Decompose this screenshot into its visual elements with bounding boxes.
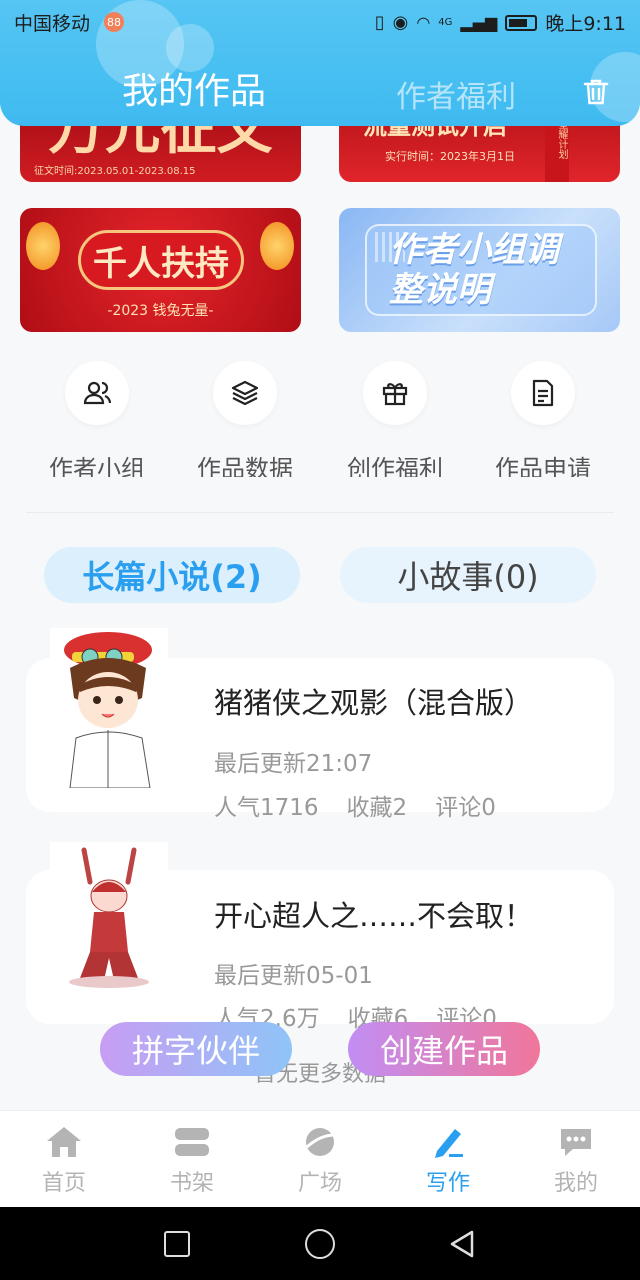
back-icon[interactable] (448, 1229, 476, 1259)
home-nav-icon[interactable] (305, 1229, 335, 1259)
work-comments: 评论0 (435, 795, 496, 821)
banner-group-title: 作者小组调 整说明 (389, 230, 559, 310)
tab-my-works[interactable]: 我的作品 (122, 62, 266, 114)
partner-button[interactable]: 拼字伙伴 (100, 1022, 292, 1076)
tab-short-stories[interactable]: 小故事(0) (340, 547, 596, 603)
banner-support-sub: -2023 钱兔无量- (107, 303, 214, 319)
gift-icon (363, 361, 427, 425)
tab-home[interactable]: 首页 (0, 1111, 128, 1208)
bookshelf-icon (175, 1128, 209, 1156)
banner-top-right-sub: 实行时间：2023年3月1日 (385, 150, 515, 163)
banner-top-left-sub: 征文时间:2023.05.01-2023.08.15 (34, 166, 196, 177)
work-updated: 最后更新05-01 (214, 963, 373, 989)
trash-icon[interactable] (580, 76, 612, 108)
lantern-right (260, 222, 294, 270)
tab-novels[interactable]: 长篇小说(2) (44, 547, 300, 603)
eye-icon: ◉ (392, 12, 409, 33)
planet-icon (305, 1128, 336, 1156)
shortcut-label: 作品数据 (197, 455, 293, 477)
tab-mine[interactable]: 我的 (512, 1111, 640, 1208)
work-cover[interactable] (50, 842, 168, 996)
status-bar: 中国移动 88 ▯ ◉ ◠ 4G ▂▄▆ 晚上9:11 (0, 0, 640, 44)
tab-square[interactable]: 广场 (256, 1111, 384, 1208)
shortcut-label: 作者小组 (49, 455, 145, 477)
network-label: 4G (438, 17, 453, 28)
lantern-left (26, 222, 60, 270)
tab-label: 书架 (169, 1171, 214, 1196)
carrier-badge: 88 (104, 12, 124, 32)
tab-author-benefits[interactable]: 作者福利 (396, 72, 516, 116)
users-icon (65, 361, 129, 425)
status-right: ▯ ◉ ◠ 4G ▂▄▆ 晚上9:11 (375, 9, 626, 36)
no-more-data: 暂无更多数据 (253, 1062, 386, 1087)
tab-label: 写作 (425, 1171, 470, 1196)
pen-icon (435, 1129, 463, 1158)
shortcut-label: 创作福利 (347, 455, 443, 477)
chat-bubble-icon (561, 1129, 591, 1156)
work-stats: 人气1716 收藏2 评论0 (214, 788, 496, 822)
document-icon (511, 361, 575, 425)
banner-support-title: 千人扶持 (78, 230, 244, 290)
work-cover[interactable] (50, 628, 168, 788)
work-updated: 最后更新21:07 (214, 751, 373, 777)
shortcut-author-group[interactable]: 作者小组 (22, 361, 172, 477)
bottom-tab-bar: 首页 书架 广场 写作 我的 (0, 1110, 640, 1207)
tab-write[interactable]: 写作 (384, 1111, 512, 1208)
carrier-label: 中国移动 (14, 13, 91, 35)
home-icon (47, 1127, 81, 1157)
wifi-icon: ◠ (416, 13, 431, 32)
app-header: 中国移动 88 ▯ ◉ ◠ 4G ▂▄▆ 晚上9:11 我的作品 作者福利 (0, 0, 640, 126)
work-title[interactable]: 开心超人之……不会取！ (214, 893, 533, 935)
shortcut-work-data[interactable]: 作品数据 (170, 361, 320, 477)
recents-icon[interactable] (164, 1231, 190, 1257)
battery-icon (505, 14, 538, 31)
shortcut-creation-benefits[interactable]: 创作福利 (320, 361, 470, 477)
divider (26, 512, 614, 513)
tab-label: 广场 (297, 1171, 342, 1196)
tab-bookshelf[interactable]: 书架 (128, 1111, 256, 1208)
layers-icon (213, 361, 277, 425)
shortcut-label: 作品申请 (495, 455, 591, 477)
system-nav-bar (0, 1207, 640, 1280)
banner-support[interactable]: 千人扶持 -2023 钱兔无量- (20, 208, 301, 332)
banner-group[interactable]: 作者小组调 整说明 (339, 208, 620, 332)
work-popularity: 人气1716 (214, 795, 319, 821)
create-work-button[interactable]: 创建作品 (348, 1022, 540, 1076)
clock: 晚上9:11 (545, 13, 626, 35)
tab-label: 首页 (41, 1171, 86, 1196)
work-favorites: 收藏2 (346, 795, 408, 821)
vibrate-icon: ▯ (374, 12, 385, 33)
tab-label: 我的 (553, 1171, 598, 1196)
work-title[interactable]: 猪猪侠之观影（混合版） (214, 680, 533, 722)
signal-icon: ▂▄▆ (460, 13, 498, 32)
shortcut-work-apply[interactable]: 作品申请 (468, 361, 618, 477)
